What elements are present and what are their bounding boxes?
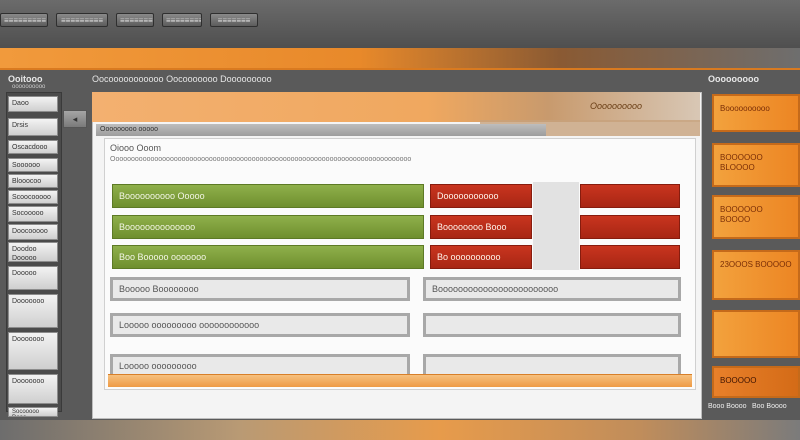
field-row1-left[interactable]: Boooooooooo Ooooo xyxy=(112,184,424,208)
form-title: Oiooo Ooom xyxy=(110,143,162,153)
field-row4-right[interactable]: Boooooooooooooooooooooooo xyxy=(423,277,681,301)
right-tile-2[interactable]: BOOOOOO BLOOOO xyxy=(712,143,800,187)
field-row2-left[interactable]: Boooooooooooooo xyxy=(112,215,424,239)
right-tile-3[interactable]: BOOOOOO BOOOO xyxy=(712,195,800,239)
sidebar-item-1[interactable]: Daoo xyxy=(8,96,58,112)
toolbar-button-3[interactable]: ≡≡≡≡≡≡≡ xyxy=(116,13,154,27)
field-row3-left[interactable]: Boo Booooo ooooooo xyxy=(112,245,424,269)
breadcrumb: Oocooooooooooo Oocooooooo Dooooooooo xyxy=(92,74,272,84)
section-bar: Ooooooooo ooooo xyxy=(96,124,546,136)
right-tile-4[interactable]: 23OOOS BOOOOO xyxy=(712,250,800,300)
field-row2-right[interactable] xyxy=(580,215,680,239)
sidebar-item-10[interactable]: Dooooo xyxy=(8,266,58,290)
toolbar-button-4[interactable]: ≡≡≡≡≡≡≡≡≡ xyxy=(162,13,202,27)
arrow-left-icon: ◂ xyxy=(72,113,78,124)
sidebar-item-9[interactable]: Doodoo Dooooo xyxy=(8,242,58,262)
form-footer-bar xyxy=(108,374,692,387)
sidebar-item-4[interactable]: Soooooo xyxy=(8,158,58,172)
field-row3-mid[interactable]: Bo oooooooooo xyxy=(430,245,532,269)
header-accent-band xyxy=(0,48,800,70)
right-tile-6[interactable]: BOOOOO xyxy=(712,366,800,398)
right-footer-right: Boo Boooo xyxy=(752,403,787,410)
content-header-title: Oooooooooo xyxy=(590,101,643,111)
left-panel-title: Ooitooo xyxy=(8,74,43,84)
sidebar-item-11[interactable]: Dooooooo xyxy=(8,294,58,328)
right-panel-title: Ooooooooo xyxy=(708,74,759,84)
field-divider xyxy=(533,182,579,270)
sidebar-item-2[interactable]: Drsis xyxy=(8,118,58,136)
sidebar-item-8[interactable]: Doocooooo xyxy=(8,224,58,240)
sidebar-item-3[interactable]: Oscacdooo xyxy=(8,140,58,154)
field-row3-right[interactable] xyxy=(580,245,680,269)
field-row4-left[interactable]: Booooo Boooooooo xyxy=(110,277,410,301)
toolbar-button-2[interactable]: ≡≡≡≡≡≡≡≡≡ xyxy=(56,13,108,27)
sidebar-item-6[interactable]: Scoocooooo xyxy=(8,190,58,204)
app-toolbar: ≡≡≡≡≡≡≡≡≡ ≡≡≡≡≡≡≡≡≡ ≡≡≡≡≡≡≡ ≡≡≡≡≡≡≡ ≡≡ ≡≡… xyxy=(0,0,800,48)
field-row1-right[interactable] xyxy=(580,184,680,208)
form-description: Oooooooooooooooooooooooooooooooooooooooo… xyxy=(110,156,412,163)
toolbar-button-1[interactable]: ≡≡≡≡≡≡≡≡≡ xyxy=(0,13,48,27)
field-row5-right[interactable] xyxy=(423,313,681,337)
collapse-sidebar-button[interactable]: ◂ xyxy=(63,110,87,128)
toolbar-button-5[interactable]: ≡≡≡≡≡≡≡ xyxy=(210,13,258,27)
right-tile-5[interactable] xyxy=(712,310,800,358)
sidebar-item-14[interactable]: Socooooo Dooo xyxy=(8,407,58,417)
right-tile-1[interactable]: Boooooooooo xyxy=(712,94,800,132)
right-footer-left: Booo Boooo xyxy=(708,403,747,410)
field-row1-mid[interactable]: Dooooooooooo xyxy=(430,184,532,208)
sidebar-item-12[interactable]: Dooooooo xyxy=(8,332,58,370)
bottom-status-strip xyxy=(0,420,800,440)
field-row5-left[interactable]: Looooo ooooooooo oooooooooooo xyxy=(110,313,410,337)
sidebar-item-5[interactable]: Blooocoo xyxy=(8,174,58,188)
field-row2-mid[interactable]: Boooooooo Booo xyxy=(430,215,532,239)
sidebar-item-7[interactable]: Socooooo xyxy=(8,206,58,222)
sidebar-item-13[interactable]: Dooooooo xyxy=(8,374,58,404)
left-panel-subtitle: oooooooooo xyxy=(12,84,46,90)
